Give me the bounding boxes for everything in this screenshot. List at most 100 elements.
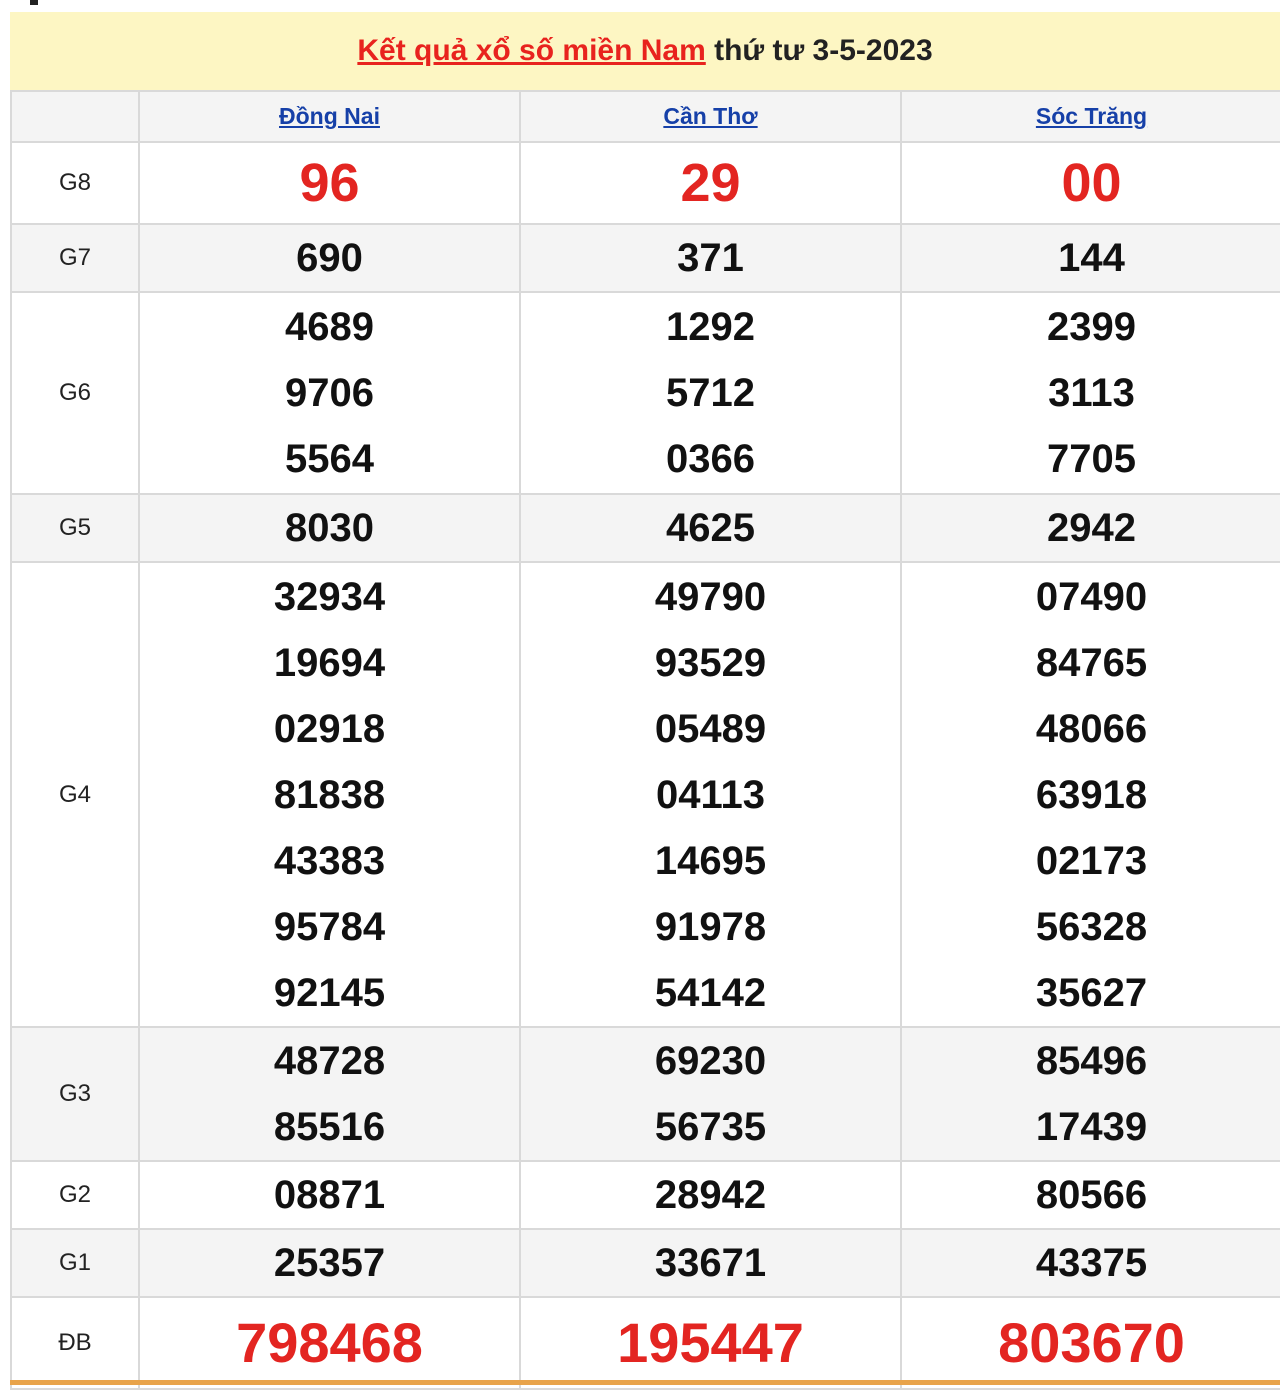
prize-number: 144 bbox=[1058, 236, 1125, 280]
results-title-date: thứ tư 3-5-2023 bbox=[705, 34, 933, 67]
prize-label-cell: G1 bbox=[10, 1228, 140, 1298]
prize-label: G7 bbox=[58, 244, 91, 271]
results-title-link[interactable]: Kết quả xổ số miền Nam bbox=[357, 34, 705, 67]
prize-number: 08871 bbox=[273, 1173, 386, 1217]
prize-label: G4 bbox=[58, 780, 91, 808]
prize-label-cell: G7 bbox=[10, 223, 140, 293]
prize-number: 5712 bbox=[666, 371, 755, 415]
header-corner bbox=[10, 90, 140, 143]
prize-row: G7 690 371 144 bbox=[10, 223, 1280, 293]
prize-label-cell: G2 bbox=[10, 1160, 140, 1230]
prize-number: 2942 bbox=[1047, 506, 1136, 550]
prize-cell: 08871 bbox=[138, 1160, 521, 1230]
prize-number: 371 bbox=[677, 236, 744, 280]
prize-number: 28942 bbox=[654, 1173, 767, 1217]
prize-cell: 195447 bbox=[519, 1296, 902, 1390]
prize-cell: 32934 19694 02918 81838 43383 95784 92145 bbox=[138, 561, 521, 1028]
prize-cell: 2399 3113 7705 bbox=[900, 291, 1280, 495]
prize-number: 49790 bbox=[654, 574, 767, 619]
prize-cell: 00 bbox=[900, 141, 1280, 225]
prize-cell: 96 bbox=[138, 141, 521, 225]
prize-label: G3 bbox=[58, 1080, 91, 1107]
province-link[interactable]: Đồng Nai bbox=[279, 103, 380, 129]
prize-cell: 28942 bbox=[519, 1160, 902, 1230]
prize-number: 7705 bbox=[1047, 437, 1136, 481]
province-header: Sóc Trăng bbox=[900, 90, 1280, 143]
prize-number: 56328 bbox=[1035, 904, 1148, 949]
province-link[interactable]: Cần Thơ bbox=[663, 103, 757, 129]
prize-number: 05489 bbox=[654, 706, 767, 751]
prize-cell: 29 bbox=[519, 141, 902, 225]
prize-label: G1 bbox=[58, 1249, 91, 1276]
prize-label: G6 bbox=[58, 379, 91, 406]
bottom-border bbox=[10, 1380, 1280, 1385]
prize-row: G3 48728 85516 69230 56735 85496 17439 bbox=[10, 1026, 1280, 1162]
prize-number: 0366 bbox=[666, 437, 755, 481]
prize-number: 02918 bbox=[273, 706, 386, 751]
prize-cell: 1292 5712 0366 bbox=[519, 291, 902, 495]
prize-cell: 4625 bbox=[519, 493, 902, 563]
prize-number: 96 bbox=[299, 153, 360, 213]
prize-number: 32934 bbox=[273, 574, 386, 619]
prize-label: G2 bbox=[58, 1181, 91, 1208]
prize-cell: 85496 17439 bbox=[900, 1026, 1280, 1162]
prize-number: 4689 bbox=[285, 305, 374, 349]
prize-cell: 80566 bbox=[900, 1160, 1280, 1230]
prize-number: 92145 bbox=[273, 970, 386, 1015]
prize-number: 81838 bbox=[273, 772, 386, 817]
top-strip bbox=[0, 0, 1280, 12]
prize-row: G6 4689 9706 5564 1292 5712 0366 2399 3113 7705 bbox=[10, 291, 1280, 495]
prize-number: 91978 bbox=[654, 904, 767, 949]
results-table: Đồng Nai Cần Thơ Sóc Trăng G8 96 29 00 G7 690… bbox=[10, 90, 1280, 1390]
prize-label: G5 bbox=[58, 514, 91, 541]
prize-row: G8 96 29 00 bbox=[10, 141, 1280, 225]
prize-number: 33671 bbox=[654, 1241, 767, 1285]
results-title: Kết quả xổ số miền Nam thứ tư 3-5-2023 bbox=[10, 12, 1280, 90]
prize-number: 02173 bbox=[1035, 838, 1148, 883]
prize-number: 19694 bbox=[273, 640, 386, 685]
top-mark bbox=[30, 0, 38, 5]
prize-number: 69230 bbox=[654, 1039, 767, 1083]
prize-number: 63918 bbox=[1035, 772, 1148, 817]
prize-label-cell: G3 bbox=[10, 1026, 140, 1162]
prize-cell: 48728 85516 bbox=[138, 1026, 521, 1162]
prize-cell: 33671 bbox=[519, 1228, 902, 1298]
prize-number: 14695 bbox=[654, 838, 767, 883]
prize-number: 2399 bbox=[1047, 305, 1136, 349]
prize-label-cell: G6 bbox=[10, 291, 140, 495]
prize-number: 8030 bbox=[285, 506, 374, 550]
prize-cell: 371 bbox=[519, 223, 902, 293]
prize-number: 43375 bbox=[1035, 1241, 1148, 1285]
prize-row: G2 08871 28942 80566 bbox=[10, 1160, 1280, 1230]
prize-cell: 49790 93529 05489 04113 14695 91978 54142 bbox=[519, 561, 902, 1028]
prize-number: 43383 bbox=[273, 838, 386, 883]
prize-number: 95784 bbox=[273, 904, 386, 949]
prize-number: 25357 bbox=[273, 1241, 386, 1285]
prize-number: 80566 bbox=[1035, 1173, 1148, 1217]
prize-number: 17439 bbox=[1035, 1105, 1148, 1149]
prize-number: 07490 bbox=[1035, 574, 1148, 619]
prize-number: 04113 bbox=[655, 772, 766, 817]
prize-cell: 2942 bbox=[900, 493, 1280, 563]
prize-number: 9706 bbox=[285, 371, 374, 415]
province-link[interactable]: Sóc Trăng bbox=[1036, 103, 1147, 129]
prize-number: 93529 bbox=[654, 640, 767, 685]
prize-cell: 07490 84765 48066 63918 02173 56328 35627 bbox=[900, 561, 1280, 1028]
prize-label: G8 bbox=[58, 169, 91, 196]
prize-cell: 8030 bbox=[138, 493, 521, 563]
prize-cell: 798468 bbox=[138, 1296, 521, 1390]
prize-label-cell: G5 bbox=[10, 493, 140, 563]
prize-row: ĐB 798468 195447 803670 bbox=[10, 1296, 1280, 1390]
prize-number: 4625 bbox=[666, 506, 755, 550]
prize-row: G4 32934 19694 02918 81838 43383 95784 92145 497… bbox=[10, 561, 1280, 1028]
prize-cell: 690 bbox=[138, 223, 521, 293]
prize-number: 35627 bbox=[1035, 970, 1148, 1015]
prize-number: 54142 bbox=[654, 970, 767, 1015]
prize-number: 29 bbox=[680, 153, 741, 213]
prize-number: 00 bbox=[1061, 153, 1122, 213]
province-header-row: Đồng Nai Cần Thơ Sóc Trăng bbox=[10, 90, 1280, 143]
province-header: Cần Thơ bbox=[519, 90, 902, 143]
prize-label-cell: ĐB bbox=[10, 1296, 140, 1390]
province-header: Đồng Nai bbox=[138, 90, 521, 143]
prize-cell: 43375 bbox=[900, 1228, 1280, 1298]
